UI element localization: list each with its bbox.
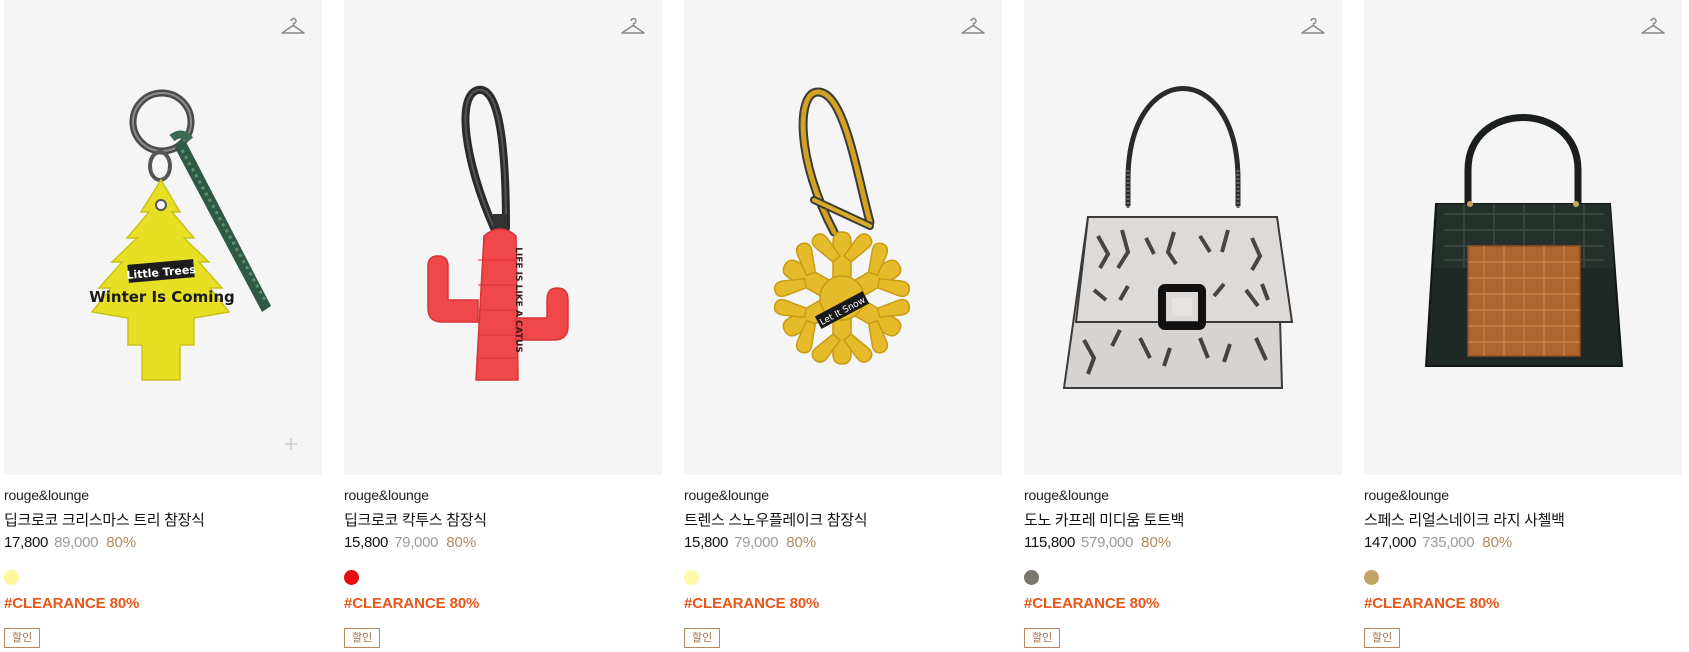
tote-bag-image	[1062, 86, 1294, 389]
price-row: 15,800 79,000 80%	[684, 534, 816, 551]
color-swatch[interactable]	[684, 570, 699, 585]
color-swatch[interactable]	[344, 570, 359, 585]
original-price: 89,000	[54, 534, 99, 551]
product-card[interactable]: Little Trees Winter Is Coming rouge&loun…	[4, 0, 322, 652]
clearance-tag[interactable]: #CLEARANCE 80%	[684, 595, 819, 612]
discount-rate: 80%	[1141, 534, 1172, 551]
product-image[interactable]: LIFE IS LIKE A CATUS	[344, 0, 662, 475]
price-row: 17,800 89,000 80%	[4, 534, 136, 551]
product-name[interactable]: 도노 카프레 미디움 토트백	[1024, 509, 1184, 530]
snowflake-charm-image: Let It Snow	[769, 87, 915, 365]
sale-badge: 할인	[1364, 628, 1401, 648]
clearance-tag[interactable]: #CLEARANCE 80%	[1024, 595, 1159, 612]
svg-text:Winter Is Coming: Winter Is Coming	[89, 288, 235, 306]
product-name[interactable]: 스페스 리얼스네이크 라지 사첼백	[1364, 509, 1565, 530]
sale-badge: 할인	[4, 628, 41, 648]
product-image[interactable]	[1024, 0, 1342, 475]
product-image[interactable]	[1364, 0, 1682, 475]
hanger-icon[interactable]	[620, 14, 646, 40]
price-row: 115,800 579,000 80%	[1024, 534, 1171, 551]
original-price: 735,000	[1422, 534, 1475, 551]
sale-price: 147,000	[1364, 534, 1417, 551]
product-name[interactable]: 트렌스 스노우플레이크 참장식	[684, 509, 868, 530]
product-image[interactable]: Let It Snow	[684, 0, 1002, 475]
sale-price: 15,800	[684, 534, 729, 551]
sale-price: 17,800	[4, 534, 49, 551]
original-price: 79,000	[394, 534, 439, 551]
plus-icon[interactable]	[284, 437, 298, 451]
product-name[interactable]: 딥크로코 크리스마스 트리 참장식	[4, 509, 205, 530]
sale-price: 15,800	[344, 534, 389, 551]
product-card[interactable]: rouge&lounge 스페스 리얼스네이크 라지 사첼백 147,000 73…	[1364, 0, 1682, 652]
clearance-tag[interactable]: #CLEARANCE 80%	[4, 595, 139, 612]
brand-name[interactable]: rouge&lounge	[1364, 487, 1449, 503]
brand-name[interactable]: rouge&lounge	[344, 487, 429, 503]
color-swatch[interactable]	[4, 570, 19, 585]
color-swatch[interactable]	[1024, 570, 1039, 585]
clearance-tag[interactable]: #CLEARANCE 80%	[344, 595, 479, 612]
brand-name[interactable]: rouge&lounge	[4, 487, 89, 503]
original-price: 579,000	[1081, 534, 1134, 551]
product-image[interactable]: Little Trees Winter Is Coming	[4, 0, 322, 475]
discount-rate: 80%	[106, 534, 137, 551]
discount-rate: 80%	[1482, 534, 1513, 551]
price-row: 15,800 79,000 80%	[344, 534, 476, 551]
cactus-charm-image: LIFE IS LIKE A CATUS	[427, 85, 569, 381]
sale-badge: 할인	[1024, 628, 1061, 648]
price-row: 147,000 735,000 80%	[1364, 534, 1512, 551]
sale-badge: 할인	[684, 628, 721, 648]
product-grid: Little Trees Winter Is Coming rouge&loun…	[0, 0, 1689, 652]
brand-name[interactable]: rouge&lounge	[684, 487, 769, 503]
svg-text:LIFE IS LIKE A CATUS: LIFE IS LIKE A CATUS	[513, 247, 523, 353]
sale-badge: 할인	[344, 628, 381, 648]
discount-rate: 80%	[446, 534, 477, 551]
hanger-icon[interactable]	[1300, 14, 1326, 40]
sale-price: 115,800	[1024, 534, 1076, 551]
discount-rate: 80%	[786, 534, 817, 551]
tree-charm-image: Little Trees Winter Is Coming	[89, 89, 271, 381]
clearance-tag[interactable]: #CLEARANCE 80%	[1364, 595, 1499, 612]
brand-name[interactable]: rouge&lounge	[1024, 487, 1109, 503]
hanger-icon[interactable]	[280, 14, 306, 40]
hanger-icon[interactable]	[1640, 14, 1666, 40]
original-price: 79,000	[734, 534, 779, 551]
product-card[interactable]: LIFE IS LIKE A CATUS rouge&lounge 딥크로코 칵…	[344, 0, 662, 652]
color-swatch[interactable]	[1364, 570, 1379, 585]
hanger-icon[interactable]	[960, 14, 986, 40]
product-card[interactable]: rouge&lounge 도노 카프레 미디움 토트백 115,800 579,0…	[1024, 0, 1342, 652]
product-card[interactable]: Let It Snow rouge&lounge 트렌스 스노우플레이크 참장식…	[684, 0, 1002, 652]
product-name[interactable]: 딥크로코 칵투스 참장식	[344, 509, 487, 530]
satchel-bag-image	[1424, 114, 1624, 367]
